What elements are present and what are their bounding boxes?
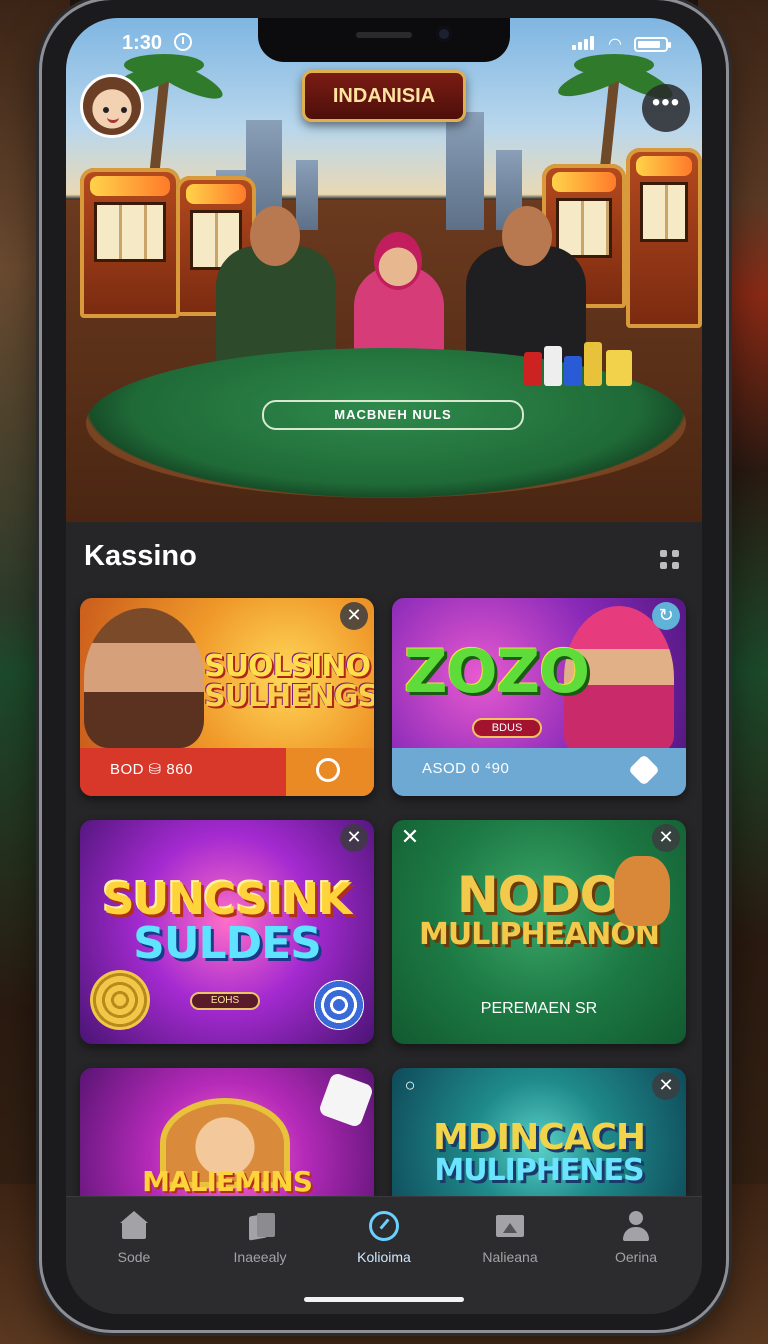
close-icon[interactable]: ✕: [340, 824, 368, 852]
game-card[interactable]: MDINCACH MULIPHENES ○ ✕: [392, 1068, 686, 1198]
close-icon[interactable]: ✕: [340, 602, 368, 630]
grid-view-icon[interactable]: [660, 550, 680, 570]
game-card[interactable]: SUNCSINK SULDES EOHS ✕: [80, 820, 374, 1044]
cards-icon: [245, 1211, 275, 1241]
home-icon: [119, 1211, 149, 1241]
close-icon[interactable]: ✕: [396, 824, 424, 852]
cellular-signal-icon: [572, 36, 594, 50]
game-title: SUNCSINK SULDES: [102, 874, 352, 969]
wifi-icon: ◠: [608, 36, 622, 53]
more-dots-icon: •••: [651, 89, 681, 116]
speaker-grille: [356, 32, 412, 38]
game-card[interactable]: SUOLSINO SULHENGS ✕ BOD ⛁ 860: [80, 598, 374, 796]
coin-stack: [90, 970, 150, 1030]
game-title: MALIEMINS: [142, 1165, 313, 1198]
card-info-bar: ASOD 0 ⁴90: [392, 748, 686, 796]
tab-label: Kolioima: [357, 1249, 411, 1265]
hero-title-banner: INDANISIA: [302, 70, 466, 122]
status-time: 1:30: [122, 32, 163, 54]
tab-label: Sode: [117, 1249, 151, 1265]
game-title: ZOZO: [404, 637, 590, 707]
dog-character: [614, 856, 670, 926]
tab-label: Nalieana: [482, 1249, 538, 1265]
phone-frame: MACBNEH NULS INDANISIA ••• 1:30 ◠ Kassin…: [42, 0, 726, 1330]
game-badge: BDUS: [472, 718, 542, 738]
bottom-tab-bar: Sode Inaeealy Kolioima Nalieana Oerina: [66, 1196, 702, 1314]
avatar[interactable]: [80, 74, 144, 138]
phone-screen: MACBNEH NULS INDANISIA ••• 1:30 ◠ Kassin…: [66, 18, 702, 1314]
chip-stack: [314, 980, 364, 1030]
more-options-button[interactable]: •••: [642, 84, 690, 132]
card-subtitle: PEREMAEN SR: [480, 1000, 598, 1017]
info-icon[interactable]: ○: [396, 1072, 424, 1100]
tab-sode[interactable]: Sode: [74, 1211, 194, 1265]
refresh-icon[interactable]: ↻: [652, 602, 680, 630]
tab-label: Oerina: [614, 1249, 658, 1265]
card-bar-label: BOD ⛁ 860: [110, 761, 193, 778]
dice-icon: [628, 754, 660, 786]
home-indicator[interactable]: [304, 1297, 464, 1302]
close-icon[interactable]: ✕: [652, 824, 680, 852]
game-card[interactable]: ZOZO BDUS ↻ ASOD 0 ⁴90: [392, 598, 686, 796]
tab-inaeealy[interactable]: Inaeealy: [200, 1211, 320, 1265]
coin-icon: [316, 758, 340, 782]
tab-oerina[interactable]: Oerina: [576, 1211, 696, 1265]
slot-machine: [80, 168, 180, 318]
section-title: Kassino: [84, 540, 197, 572]
slot-machine: [626, 148, 702, 328]
game-title: MDINCACH MULIPHENES: [432, 1117, 646, 1188]
card-bar-label: ASOD 0 ⁴90: [422, 760, 510, 777]
notch: [258, 18, 510, 62]
tab-label: Inaeealy: [233, 1249, 287, 1265]
close-icon[interactable]: ✕: [652, 1072, 680, 1100]
table-felt-text: MACBNEH NULS: [262, 400, 524, 430]
game-badge: EOHS: [190, 992, 260, 1010]
card-info-bar: BOD ⛁ 860: [80, 748, 374, 796]
user-icon: [621, 1211, 651, 1241]
game-title: SUOLSINO SULHENGS: [204, 649, 374, 714]
alarm-icon: [174, 33, 192, 51]
dial-icon: [369, 1211, 399, 1241]
image-icon: [495, 1211, 525, 1241]
chip-stacks: [524, 336, 634, 386]
game-card[interactable]: NODO MULIPHEANON PEREMAEN SR ✕ ✕: [392, 820, 686, 1044]
battery-icon: [634, 37, 671, 52]
game-card[interactable]: MALIEMINS: [80, 1068, 374, 1198]
front-camera: [436, 26, 452, 42]
cowboy-character: [84, 608, 204, 748]
tab-kolioima[interactable]: Kolioima: [324, 1211, 444, 1265]
tab-nalieana[interactable]: Nalieana: [450, 1211, 570, 1265]
